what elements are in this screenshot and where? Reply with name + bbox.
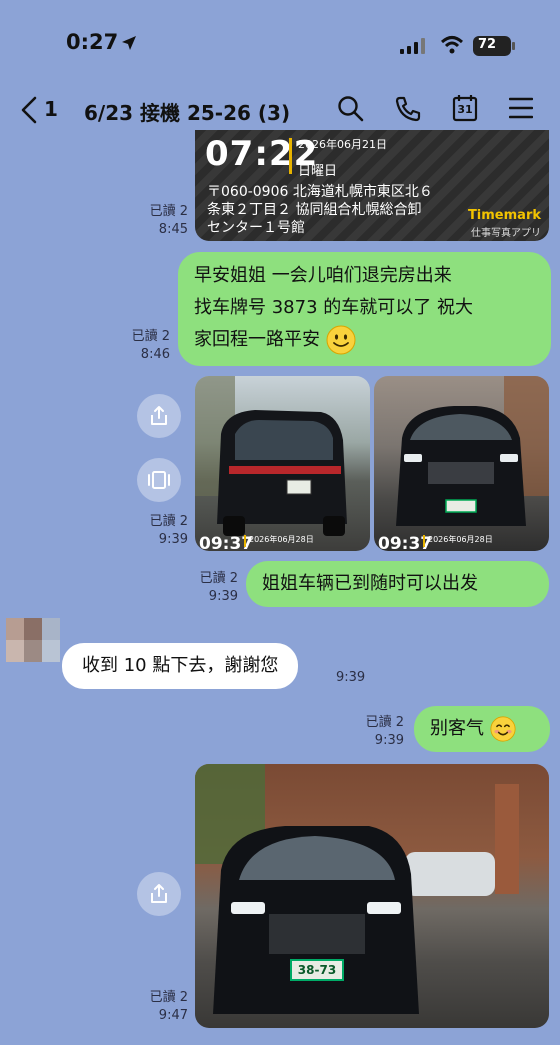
menu-icon[interactable] <box>509 97 533 119</box>
blushing-smile-emoji-icon <box>490 716 516 742</box>
chat-title[interactable]: 6/23 接機 25-26 (3) <box>84 97 290 126</box>
message-time: 9:39 <box>208 589 238 604</box>
status-bar: 0:27 72 <box>0 0 560 80</box>
read-status: 已讀 2 <box>199 571 238 586</box>
chat-header: 1 6/23 接機 25-26 (3) 31 <box>0 86 560 132</box>
message-time: 9:47 <box>158 1008 188 1023</box>
message-time: 9:39 <box>336 670 366 685</box>
message-line: 早安姐姐 一会儿咱们退完房出来 <box>194 265 452 286</box>
photo-weekday: 日曜日 <box>298 164 338 179</box>
read-status: 已讀 2 <box>149 990 188 1005</box>
wifi-icon <box>440 36 464 54</box>
calendar-day: 31 <box>457 103 473 116</box>
avatar[interactable] <box>6 618 60 662</box>
car-photo-front[interactable]: 09:37 2026年06月28日 <box>374 376 549 551</box>
share-button[interactable] <box>137 394 181 438</box>
phone-icon[interactable] <box>394 95 422 123</box>
photo-date: 2026年06月28日 <box>249 535 314 544</box>
smiley-emoji-icon <box>326 325 356 355</box>
photo-date: 2026年06月21日 <box>298 138 387 151</box>
car-photo-rear[interactable]: 09:37 2026年06月28日 <box>195 376 370 551</box>
share-icon <box>151 406 167 425</box>
message-time: 9:39 <box>374 733 404 748</box>
message-text: 别客气 <box>430 718 484 739</box>
message-bubble-outgoing[interactable]: 别客气 <box>414 706 550 752</box>
message-line: 家回程一路平安 <box>194 329 320 350</box>
message-bubble-incoming[interactable]: 收到 10 點下去，謝謝您 <box>62 643 299 689</box>
message-time: 8:45 <box>158 222 188 237</box>
message-meta: 已讀 2 9:47 <box>140 989 188 1025</box>
message-meta: 已讀 2 9:39 <box>356 714 404 750</box>
timemark-brand-sub: 仕事写真アプリ <box>471 228 541 239</box>
share-icon <box>151 884 167 903</box>
battery-level: 72 <box>477 37 497 52</box>
photo-date: 2026年06月28日 <box>428 535 493 544</box>
car-photo-large[interactable]: 38-73 <box>195 764 549 1028</box>
unread-count[interactable]: 1 <box>44 97 58 121</box>
message-meta: 已讀 2 9:39 <box>190 570 238 606</box>
photo-address-line2: 条東２丁目２ 協同組合札幌総合卸 <box>207 202 422 218</box>
read-status: 已讀 2 <box>149 204 188 219</box>
read-status: 已讀 2 <box>131 329 170 344</box>
back-chevron-icon[interactable] <box>20 96 38 124</box>
status-time: 0:27 <box>66 30 119 54</box>
search-icon[interactable] <box>337 95 365 123</box>
message-text: 姐姐车辆已到随时可以出发 <box>262 573 478 594</box>
cellular-signal-icon <box>400 38 425 54</box>
message-meta: 已讀 2 8:45 <box>140 203 188 239</box>
location-arrow-icon <box>122 36 136 50</box>
battery-indicator: 72 <box>473 36 515 56</box>
read-status: 已讀 2 <box>149 514 188 529</box>
car-front-illustration <box>396 376 549 526</box>
message-text: 收到 10 點下去，謝謝您 <box>82 655 279 676</box>
read-status: 已讀 2 <box>365 715 404 730</box>
timemark-brand: Timemark <box>467 208 541 223</box>
message-meta: 已讀 2 8:46 <box>122 328 170 364</box>
photo-address-line1: 〒060-0906 北海道札幌市東区北６ <box>207 184 433 200</box>
car-large-illustration <box>195 764 519 1014</box>
message-meta: 9:39 <box>336 669 376 687</box>
timemark-photo[interactable]: 07:22 2026年06月21日 日曜日 〒060-0906 北海道札幌市東区… <box>195 130 549 241</box>
message-bubble-outgoing[interactable]: 早安姐姐 一会儿咱们退完房出来 找车牌号 3873 的车就可以了 祝大 家回程一… <box>178 252 551 366</box>
message-line: 找车牌号 3873 的车就可以了 祝大 <box>194 297 473 318</box>
message-time: 9:39 <box>158 532 188 547</box>
message-bubble-outgoing[interactable]: 姐姐车辆已到随时可以出发 <box>246 561 549 607</box>
license-plate-text: 38-73 <box>297 963 337 977</box>
car-rear-illustration <box>195 376 347 536</box>
calendar-icon[interactable]: 31 <box>452 94 478 122</box>
message-time: 8:46 <box>140 347 170 362</box>
photo-address-line3: センター１号館 <box>207 220 305 236</box>
album-button[interactable] <box>137 458 181 502</box>
message-meta: 已讀 2 9:39 <box>140 513 188 549</box>
share-button[interactable] <box>137 872 181 916</box>
album-icon <box>148 471 170 489</box>
